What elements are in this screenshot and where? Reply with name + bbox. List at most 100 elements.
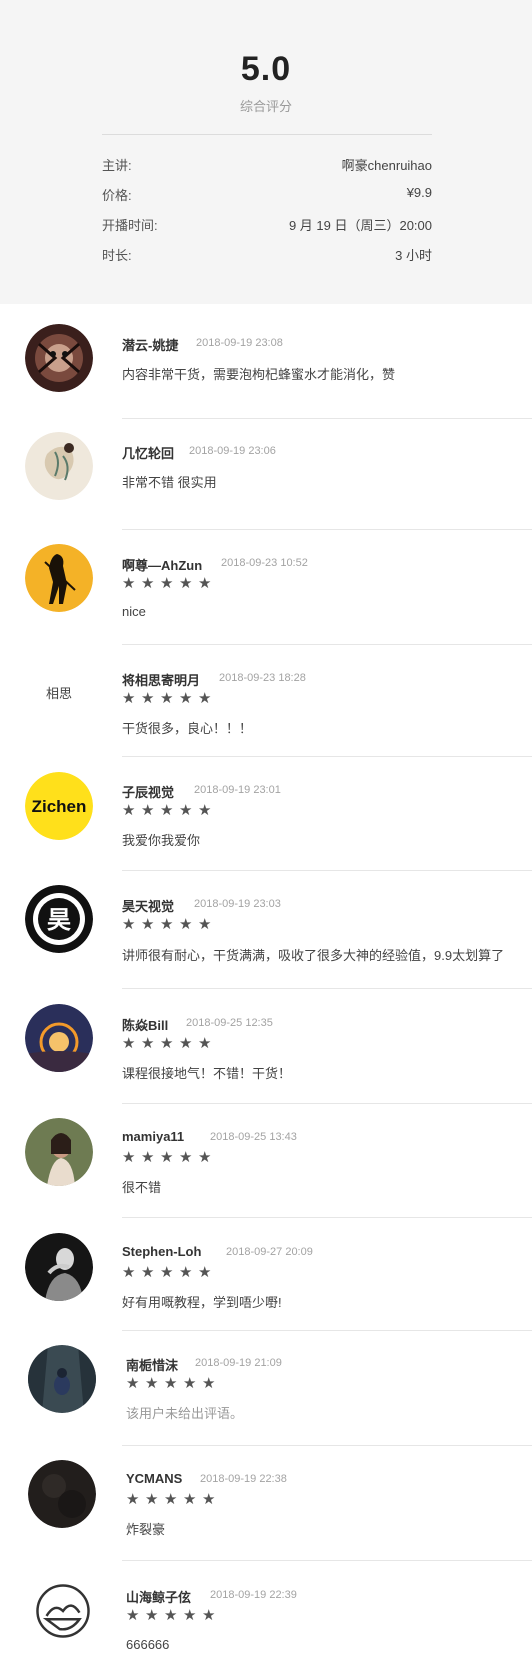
overall-score: 5.0 — [240, 50, 292, 88]
review-divider — [122, 1560, 532, 1561]
avatar[interactable] — [25, 432, 93, 500]
info-value: ¥9.9 — [406, 185, 432, 200]
review-text: 课程很接地气！不错！干货！ — [122, 1066, 292, 1081]
star-icon: ★ — [145, 1375, 159, 1392]
avatar[interactable] — [35, 1583, 91, 1639]
star-icon: ★ — [164, 1375, 178, 1392]
zichen-logo-text: Zichen — [32, 797, 87, 816]
review-time: 2018-09-23 18:28 — [219, 672, 306, 684]
star-icon: ★ — [141, 802, 155, 819]
star-icon: ★ — [198, 1035, 212, 1052]
avatar[interactable]: 昊 — [25, 885, 93, 953]
info-row-duration: 时长: 3 小时 — [102, 245, 432, 265]
star-icon: ★ — [183, 1491, 197, 1508]
reviewer-name: 潜云-姚捷 — [122, 338, 179, 353]
star-icon: ★ — [198, 1264, 212, 1281]
reviewer-name: 子辰视觉 — [122, 785, 175, 800]
star-icon: ★ — [179, 690, 193, 707]
star-icon: ★ — [179, 802, 193, 819]
star-icon: ★ — [122, 802, 136, 819]
avatar[interactable] — [25, 1118, 93, 1186]
info-value: 9 月 19 日（周三）20:00 — [288, 218, 432, 233]
avatar[interactable] — [25, 324, 93, 392]
avatar[interactable] — [28, 1345, 96, 1413]
avatar[interactable]: Zichen — [25, 772, 93, 840]
reviewer-name: 昊天视觉 — [122, 899, 175, 914]
star-icon: ★ — [179, 1264, 193, 1281]
summary-divider — [102, 134, 432, 135]
info-value: 3 小时 — [395, 248, 432, 263]
star-icon: ★ — [198, 575, 212, 592]
review-time: 2018-09-23 10:52 — [221, 557, 308, 569]
review-time: 2018-09-19 21:09 — [195, 1357, 282, 1369]
star-icon: ★ — [141, 916, 155, 933]
info-value: 啊豪chenruihao — [341, 158, 432, 173]
reviewer-name: 几忆轮回 — [122, 446, 175, 461]
info-key: 时长: — [102, 248, 132, 263]
star-icon: ★ — [183, 1375, 197, 1392]
star-rating: ★ ★ ★ ★ ★ — [122, 690, 217, 708]
star-icon: ★ — [179, 575, 193, 592]
review-time: 2018-09-19 23:03 — [194, 898, 281, 910]
review-divider — [122, 644, 532, 645]
star-icon: ★ — [160, 1149, 174, 1166]
reviewer-name: Stephen-Loh — [122, 1244, 202, 1259]
star-icon: ★ — [141, 1264, 155, 1281]
star-icon: ★ — [202, 1375, 216, 1392]
star-icon: ★ — [164, 1607, 178, 1624]
star-rating: ★ ★ ★ ★ ★ — [122, 1035, 217, 1053]
review-divider — [122, 1445, 532, 1446]
review-time: 2018-09-25 12:35 — [186, 1017, 273, 1029]
review-text: 非常不错 很实用 — [122, 475, 217, 490]
star-icon: ★ — [160, 916, 174, 933]
star-icon: ★ — [145, 1491, 159, 1508]
avatar[interactable] — [25, 544, 93, 612]
star-icon: ★ — [122, 575, 136, 592]
review-text: 干货很多，良心！！！ — [122, 721, 253, 736]
info-row-lecturer: 主讲: 啊豪chenruihao — [102, 155, 432, 175]
avatar[interactable] — [28, 1460, 96, 1528]
star-icon: ★ — [160, 575, 174, 592]
review-text: nice — [122, 604, 146, 619]
star-icon: ★ — [179, 916, 193, 933]
star-icon: ★ — [141, 1035, 155, 1052]
review-divider — [122, 1103, 532, 1104]
star-icon: ★ — [164, 1491, 178, 1508]
star-icon: ★ — [198, 1149, 212, 1166]
star-rating: ★ ★ ★ ★ ★ — [122, 1149, 217, 1167]
star-rating: ★ ★ ★ ★ ★ — [126, 1375, 221, 1393]
star-icon: ★ — [183, 1607, 197, 1624]
star-icon: ★ — [126, 1491, 140, 1508]
rating-summary: 5.0 综合评分 主讲: 啊豪chenruihao 价格: ¥9.9 开播时间:… — [0, 0, 532, 304]
star-icon: ★ — [141, 1149, 155, 1166]
info-key: 主讲: — [102, 158, 132, 173]
review-text: 好有用嘅教程，学到唔少嘢! — [122, 1295, 282, 1310]
reviewer-name: 山海鲸子伭 — [126, 1590, 192, 1605]
review-divider — [122, 988, 532, 989]
star-icon: ★ — [160, 690, 174, 707]
haotian-logo-text: 昊 — [47, 906, 71, 934]
star-icon: ★ — [122, 1264, 136, 1281]
star-icon: ★ — [122, 690, 136, 707]
star-rating: ★ ★ ★ ★ ★ — [126, 1491, 221, 1509]
review-divider — [122, 1330, 532, 1331]
star-icon: ★ — [141, 575, 155, 592]
star-icon: ★ — [179, 1149, 193, 1166]
star-icon: ★ — [202, 1607, 216, 1624]
reviewer-name: YCMANS — [126, 1471, 183, 1486]
star-icon: ★ — [145, 1607, 159, 1624]
star-rating: ★ ★ ★ ★ ★ — [126, 1607, 221, 1625]
review-time: 2018-09-19 22:38 — [200, 1473, 287, 1485]
star-rating: ★ ★ ★ ★ ★ — [122, 1264, 217, 1282]
review-time: 2018-09-27 20:09 — [226, 1246, 313, 1258]
review-time: 2018-09-19 23:08 — [196, 337, 283, 349]
star-icon: ★ — [198, 916, 212, 933]
star-icon: ★ — [202, 1491, 216, 1508]
info-row-start-time: 开播时间: 9 月 19 日（周三）20:00 — [102, 215, 432, 235]
star-icon: ★ — [198, 802, 212, 819]
review-divider — [122, 418, 532, 419]
avatar[interactable] — [25, 1004, 93, 1072]
star-icon: ★ — [198, 690, 212, 707]
avatar[interactable]: 相思 — [25, 660, 93, 728]
avatar[interactable] — [25, 1233, 93, 1301]
